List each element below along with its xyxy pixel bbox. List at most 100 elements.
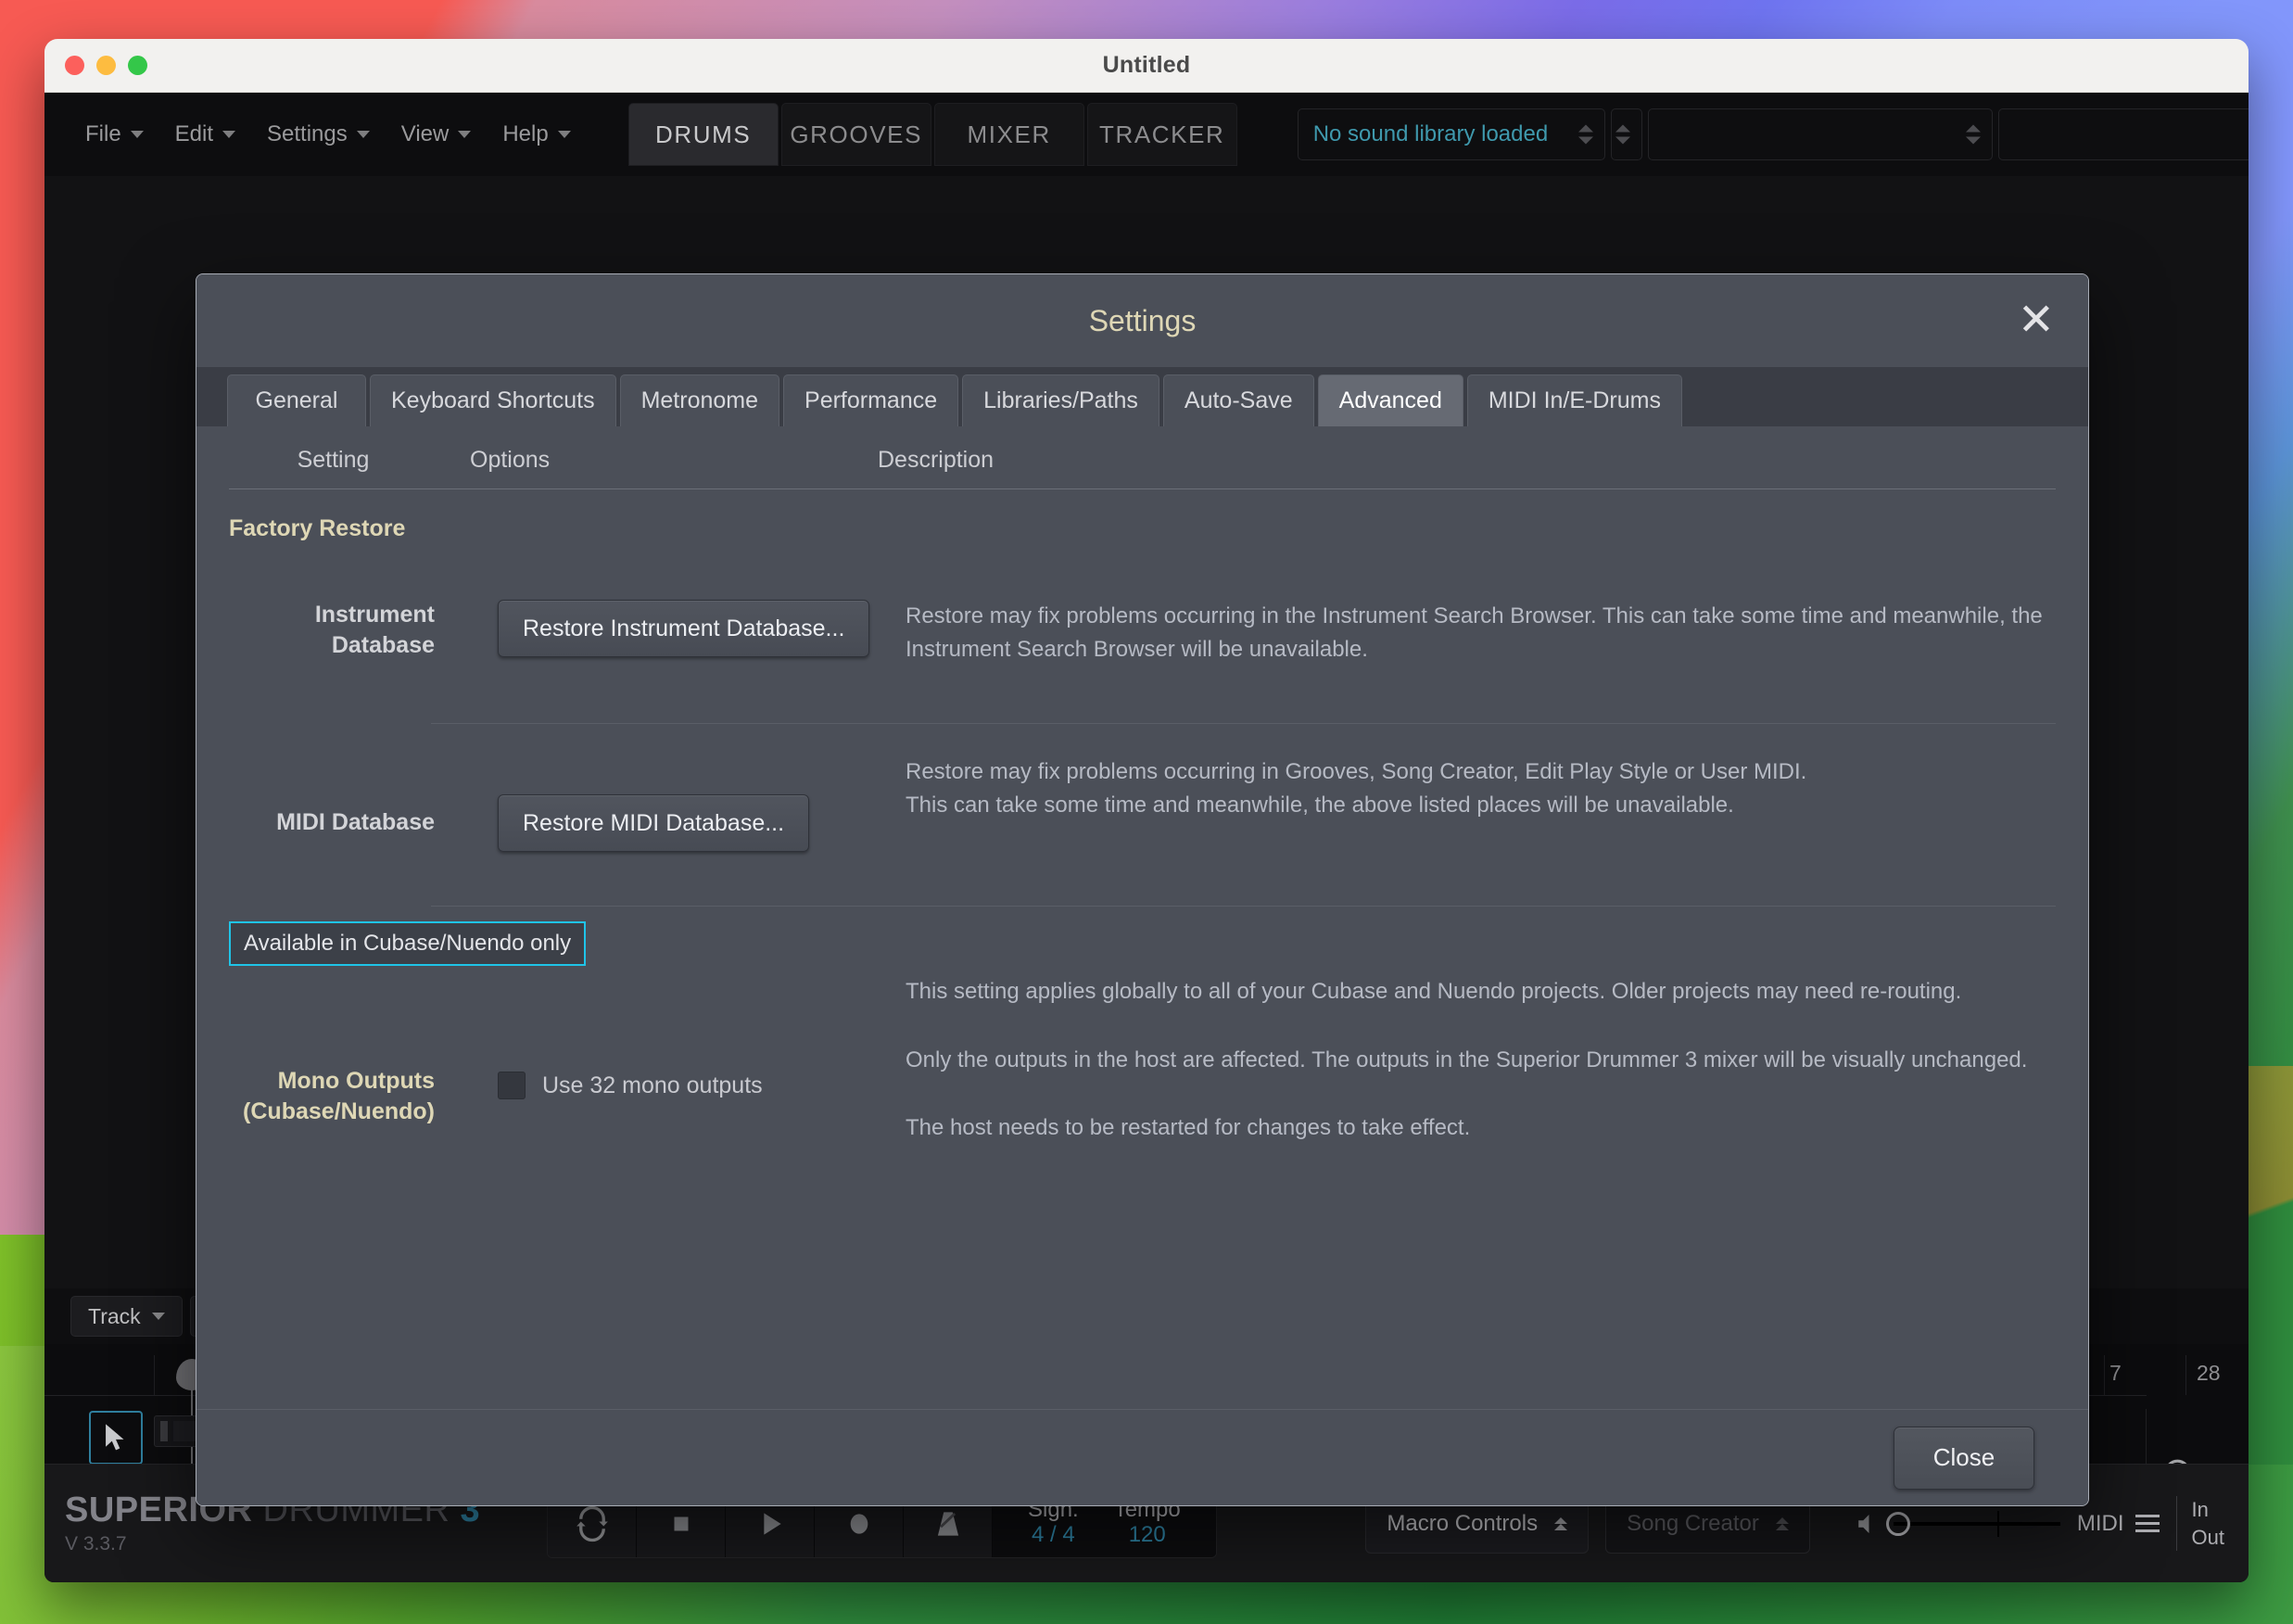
tab-metronome[interactable]: Metronome (619, 374, 780, 426)
stepper-icon[interactable] (1577, 124, 1593, 145)
settings-dialog: Settings ✕ General Keyboard Shortcuts Me… (196, 273, 2089, 1506)
mode-tabbar: DRUMS GROOVES MIXER TRACKER (627, 103, 1240, 166)
stop-icon (674, 1516, 688, 1530)
chevron-down-icon (557, 131, 571, 138)
menu-edit[interactable]: Edit (175, 121, 236, 147)
song-creator-label: Song Creator (1627, 1510, 1759, 1536)
settings-column-headers: Setting Options Description (196, 426, 2088, 474)
mono-outputs-desc-2: Only the outputs in the host are affecte… (906, 1047, 2028, 1072)
tab-auto-save[interactable]: Auto-Save (1162, 374, 1314, 426)
speaker-icon (1858, 1514, 1869, 1533)
sound-library-select[interactable]: No sound library loaded (1297, 108, 1605, 160)
logo-version: V 3.3.7 (65, 1532, 127, 1554)
master-volume[interactable] (1853, 1510, 2060, 1538)
tab-general[interactable]: General (227, 374, 366, 426)
restore-midi-database-button[interactable]: Restore MIDI Database... (498, 794, 810, 853)
mono-outputs-description: This setting applies globally to all of … (906, 975, 2088, 1180)
volume-slider-tick (1996, 1510, 1999, 1537)
tab-drums[interactable]: DRUMS (627, 103, 779, 166)
chevron-down-icon (151, 1313, 165, 1320)
track-dropdown[interactable]: Track (70, 1296, 183, 1337)
tab-libraries-paths[interactable]: Libraries/Paths (962, 374, 1159, 426)
menu-hamburger-icon[interactable] (2135, 1515, 2160, 1532)
midi-database-label: MIDI Database (276, 809, 435, 836)
midi-database-description: Restore may fix problems occurring in Gr… (906, 759, 1807, 818)
tab-performance[interactable]: Performance (783, 374, 959, 426)
chevron-down-icon (356, 131, 370, 138)
settings-dialog-footer: Close (196, 1409, 2088, 1505)
signature-value: 4 / 4 (1032, 1522, 1075, 1548)
instrument-database-label: Instrument Database (314, 602, 435, 658)
stepper-icon[interactable] (1615, 124, 1630, 145)
volume-slider-track[interactable] (1885, 1510, 2060, 1537)
menu-view[interactable]: View (401, 121, 472, 147)
close-icon[interactable]: ✕ (2018, 298, 2055, 343)
record-icon (850, 1513, 868, 1534)
kit-select[interactable] (1997, 108, 2249, 160)
bar-number: 7 (2109, 1361, 2122, 1385)
column-header-description: Description (878, 447, 994, 473)
mono-outputs-options: Use 32 mono outputs (470, 975, 906, 1180)
midi-label: MIDI (2076, 1510, 2124, 1536)
menu-settings[interactable]: Settings (267, 121, 370, 147)
plugin-root: File Edit Settings View Help DRUMS GROOV… (44, 93, 2249, 1582)
restore-instrument-database-button[interactable]: Restore Instrument Database... (498, 600, 870, 657)
tab-advanced[interactable]: Advanced (1317, 374, 1463, 426)
chevron-down-icon (130, 131, 144, 138)
menu-settings-label: Settings (267, 121, 348, 146)
column-header-options: Options (470, 447, 551, 473)
menu-view-label: View (400, 121, 450, 146)
tab-mixer[interactable]: MIXER (933, 103, 1084, 166)
bar-number: 28 (2197, 1361, 2221, 1385)
tab-keyboard-shortcuts[interactable]: Keyboard Shortcuts (370, 374, 616, 426)
chevron-down-icon (222, 131, 236, 138)
use-32-mono-outputs-checkbox[interactable] (498, 1072, 526, 1100)
close-button[interactable]: Close (1894, 1426, 2034, 1490)
mono-outputs-label: Mono Outputs (Cubase/Nuendo) (243, 1068, 435, 1125)
use-32-mono-outputs-label: Use 32 mono outputs (542, 1072, 763, 1098)
play-icon (763, 1512, 781, 1535)
library-selectors: No sound library loaded (1297, 108, 2249, 160)
tab-grooves[interactable]: GROOVES (780, 103, 931, 166)
cubase-nuendo-tooltip: Available in Cubase/Nuendo only (229, 921, 587, 967)
row-divider (431, 906, 2056, 907)
application-window: Untitled File Edit Settings View Help DR… (44, 39, 2249, 1582)
midi-indicator[interactable]: MIDI (2077, 1511, 2160, 1537)
track-dropdown-label: Track (88, 1303, 141, 1328)
preset-select[interactable] (1647, 108, 1993, 160)
menu-file[interactable]: File (85, 121, 144, 147)
tempo-value: 120 (1128, 1522, 1166, 1548)
loop-icon (576, 1505, 608, 1542)
group-title-factory-restore: Factory Restore (229, 515, 406, 541)
use-32-mono-outputs-row[interactable]: Use 32 mono outputs (498, 1072, 906, 1100)
row-instrument-database: Instrument Database Restore Instrument D… (196, 542, 2088, 666)
column-header-setting: Setting (297, 447, 370, 473)
midi-out-label: Out (2191, 1525, 2224, 1549)
menu-help[interactable]: Help (502, 121, 571, 147)
instrument-database-options: Restore Instrument Database... (470, 600, 906, 666)
menu-help-label: Help (502, 121, 549, 146)
row-mono-outputs: Mono Outputs (Cubase/Nuendo) Use 32 mono… (196, 966, 2088, 1180)
volume-slider-knob[interactable] (1885, 1511, 1910, 1536)
instrument-database-description: Restore may fix problems occurring in th… (906, 603, 2043, 662)
window-titlebar: Untitled (44, 39, 2249, 93)
tab-tracker[interactable]: TRACKER (1086, 103, 1237, 166)
stepper-icon[interactable] (1965, 124, 1981, 145)
midi-database-options: Restore MIDI Database... (470, 755, 906, 853)
library-stepper[interactable] (1610, 108, 1642, 160)
tab-midi-in-edrums[interactable]: MIDI In/E-Drums (1466, 374, 1682, 426)
pointer-icon (106, 1424, 124, 1451)
chevron-down-icon (458, 131, 472, 138)
chevron-up-icon (1554, 1516, 1568, 1530)
settings-dialog-body: Setting Options Description Factory Rest… (196, 426, 2088, 1409)
mono-outputs-desc-1: This setting applies globally to all of … (906, 979, 1962, 1005)
midi-in-label: In (2191, 1497, 2209, 1521)
settings-tabstrip: General Keyboard Shortcuts Metronome Per… (196, 367, 2088, 426)
sound-library-status: No sound library loaded (1312, 121, 1549, 146)
pointer-tool[interactable] (89, 1411, 143, 1465)
settings-dialog-header: Settings ✕ (196, 274, 2088, 367)
window-title: Untitled (1102, 52, 1191, 78)
metronome-icon (937, 1511, 958, 1536)
mono-outputs-desc-3: The host needs to be restarted for chang… (906, 1115, 1471, 1141)
chevron-up-icon (1775, 1516, 1789, 1530)
